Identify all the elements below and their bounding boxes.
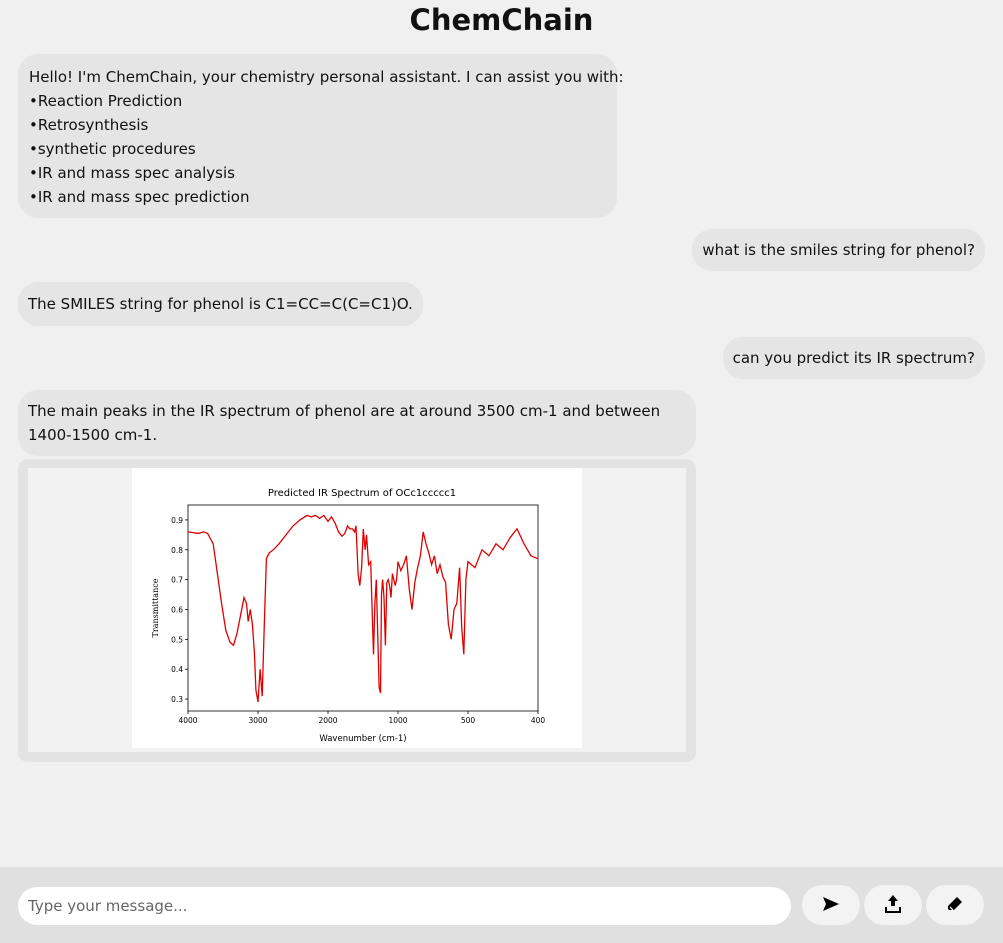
bot-message-greeting: Hello! I'm ChemChain, your chemistry per… <box>18 54 624 218</box>
bot-message: The main peaks in the IR spectrum of phe… <box>18 390 696 456</box>
ir-spectrum-plot: Predicted IR Spectrum of OCc1ccccc1 0.3 0… <box>132 468 582 748</box>
x-tick-label: 2000 <box>318 716 337 725</box>
x-axis-label: Wavenumber (cm-1) <box>319 734 406 744</box>
y-tick-label: 0.5 <box>171 635 183 644</box>
y-axis-label: Transmittance <box>151 578 160 637</box>
image-frame: Predicted IR Spectrum of OCc1ccccc1 0.3 0… <box>28 468 686 752</box>
y-tick-label: 0.4 <box>171 665 183 674</box>
upload-button[interactable] <box>864 885 922 925</box>
y-tick-label: 0.6 <box>171 605 183 614</box>
x-tick-label: 1000 <box>388 716 407 725</box>
greeting-list-item: •Reaction Prediction <box>29 92 183 110</box>
chart-title: Predicted IR Spectrum of OCc1ccccc1 <box>268 488 456 499</box>
greeting-intro: Hello! I'm ChemChain, your chemistry per… <box>29 68 624 86</box>
user-message: can you predict its IR spectrum? <box>722 337 985 379</box>
y-axis-ticks: 0.3 0.4 0.5 0.6 0.7 0.8 0.9 <box>171 516 188 704</box>
bot-message: The SMILES string for phenol is C1=CC=C(… <box>18 282 423 326</box>
ir-spectrum-chart: Predicted IR Spectrum of OCc1ccccc1 0.30… <box>151 488 545 744</box>
y-tick-label: 0.8 <box>171 546 183 555</box>
y-tick-label: 0.3 <box>171 695 183 704</box>
x-tick-label: 500 <box>461 716 476 725</box>
send-button[interactable] <box>802 885 860 925</box>
greeting-list-item: •Retrosynthesis <box>29 116 149 134</box>
greeting-list-item: •IR and mass spec prediction <box>29 188 250 206</box>
greeting-list-item: •IR and mass spec analysis <box>29 164 235 182</box>
eraser-icon <box>946 895 964 916</box>
y-tick-label: 0.7 <box>171 576 183 585</box>
upload-icon <box>884 894 902 917</box>
x-tick-label: 400 <box>531 716 546 725</box>
send-icon <box>822 896 840 915</box>
chat-app: ChemChain Hello! I'm ChemChain, your che… <box>0 0 1003 943</box>
greeting-list-item: •synthetic procedures <box>29 140 196 158</box>
x-axis-ticks: 4000 3000 2000 1000 500 400 <box>178 711 545 725</box>
app-title: ChemChain <box>409 3 594 37</box>
clear-button[interactable] <box>926 885 984 925</box>
user-message: what is the smiles string for phenol? <box>692 229 985 271</box>
x-tick-label: 4000 <box>178 716 197 725</box>
x-tick-label: 3000 <box>248 716 267 725</box>
composer-bar <box>0 867 1003 943</box>
bot-image-message: Predicted IR Spectrum of OCc1ccccc1 0.3 0… <box>18 459 696 762</box>
message-input[interactable] <box>18 887 791 925</box>
y-tick-label: 0.9 <box>171 516 183 525</box>
